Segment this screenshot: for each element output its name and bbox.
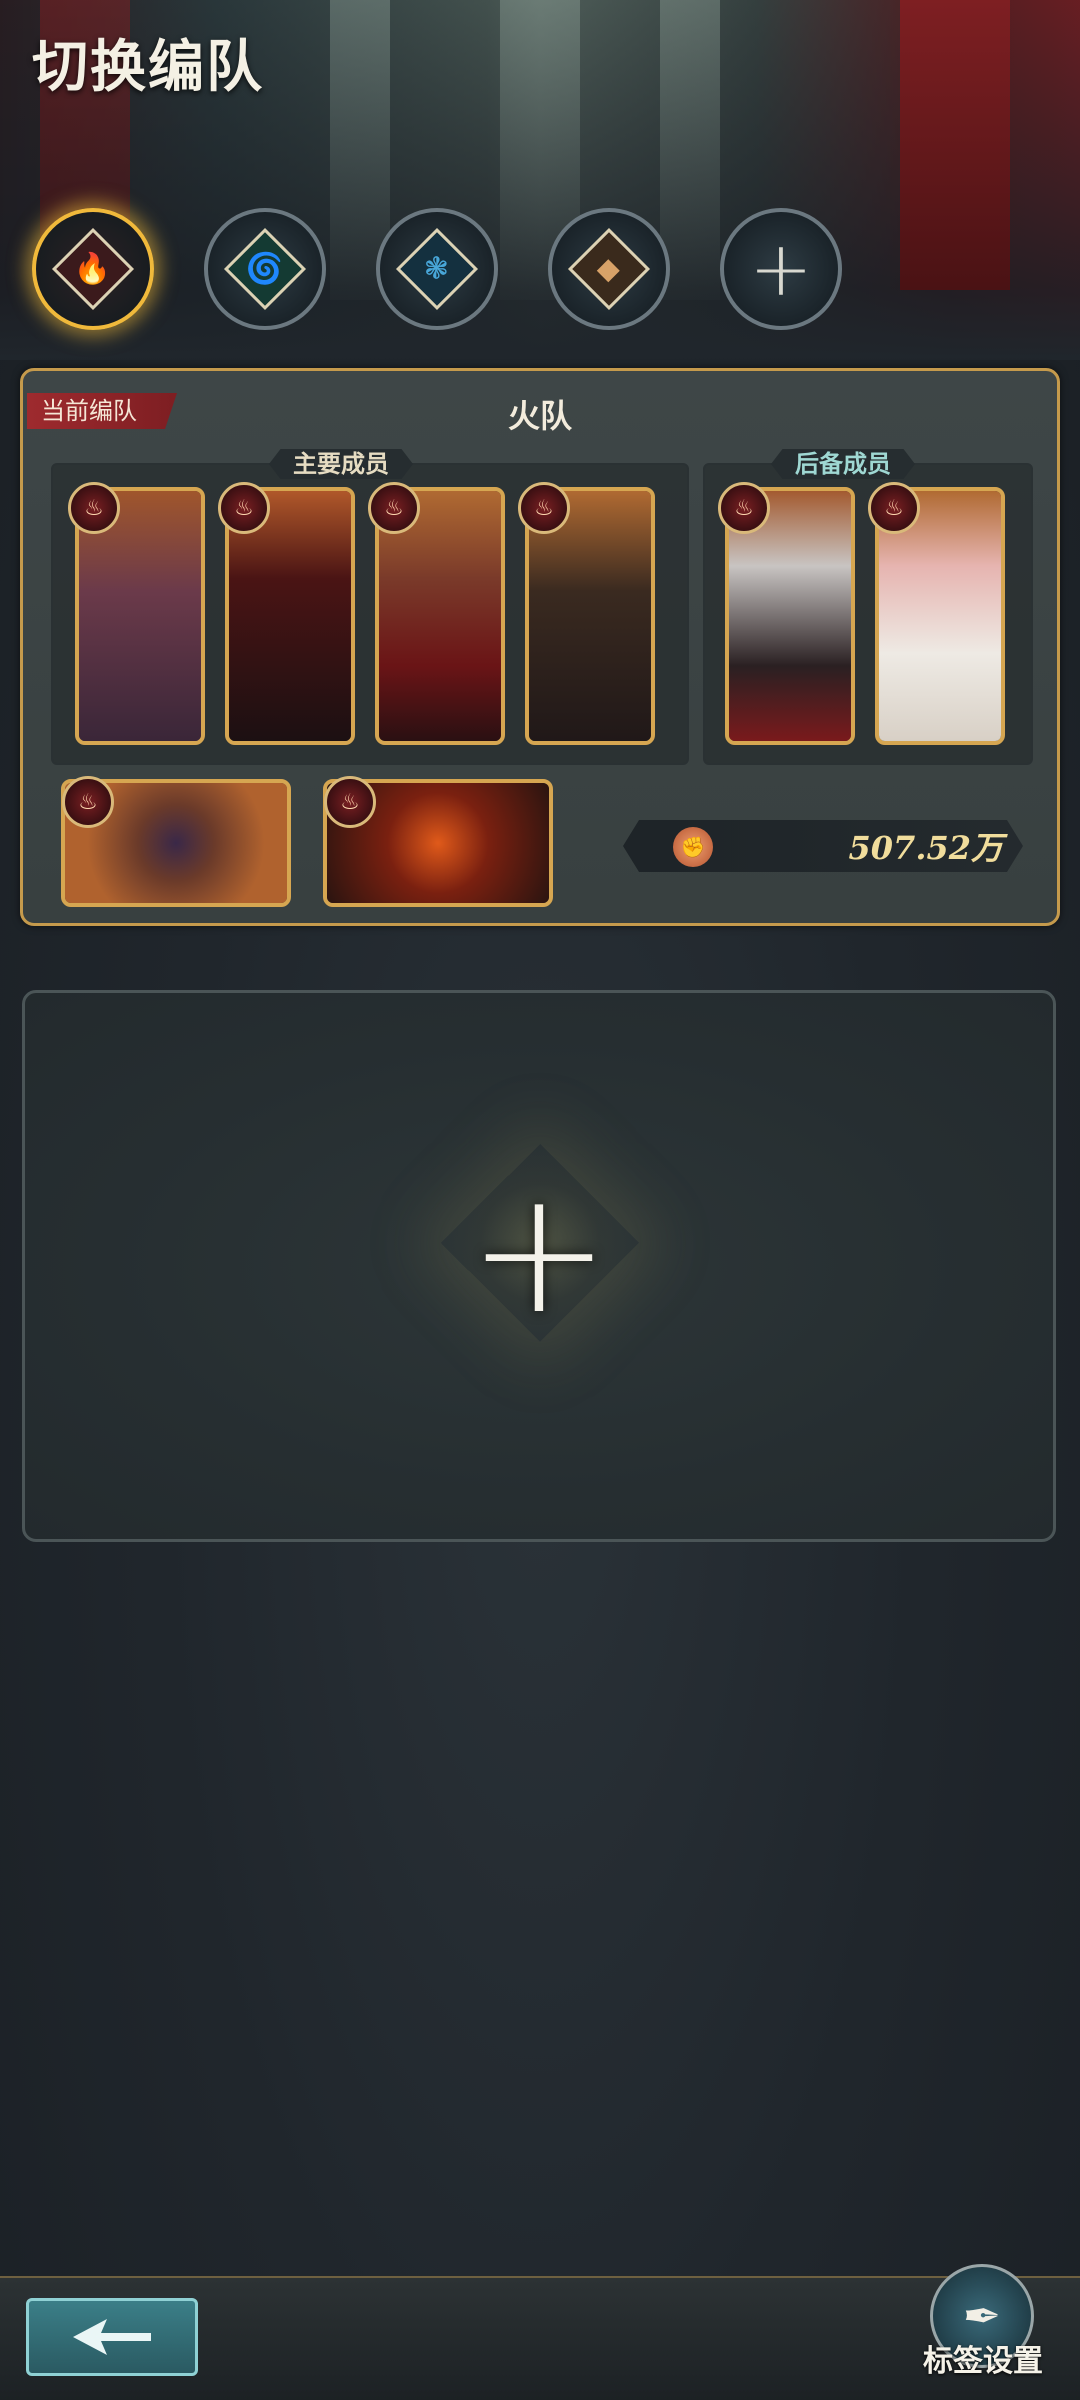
page-title: 切换编队 <box>32 34 264 100</box>
fire-badge-icon: ♨ <box>868 482 920 534</box>
decor-pillar <box>660 0 720 300</box>
back-button[interactable] <box>26 2298 198 2376</box>
fist-power-icon: ✊ <box>673 827 713 867</box>
fire-badge-icon: ♨ <box>68 482 120 534</box>
team-name: 火队 <box>507 397 572 435</box>
quill-icon: ✒ <box>962 2289 1002 2343</box>
tab-earth-team[interactable]: ◆ <box>548 208 670 330</box>
fire-badge-icon: ♨ <box>718 482 770 534</box>
back-arrow-icon <box>73 2319 151 2355</box>
reserve-members-label: 后备成员 <box>771 449 915 479</box>
wind-element-icon: 🌀 <box>223 227 307 311</box>
fire-element-icon: 🔥 <box>51 227 135 311</box>
fire-badge-icon: ♨ <box>218 482 270 534</box>
current-team-panel[interactable]: 当前编队 火队 主要成员 后备成员 ✊ 507.52万 <box>20 368 1060 926</box>
fire-badge-icon: ♨ <box>324 776 376 828</box>
fire-badge-icon: ♨ <box>518 482 570 534</box>
add-team-icon: + <box>749 224 813 313</box>
tab-add-team[interactable]: + <box>720 208 842 330</box>
label-settings-label: 标签设置 <box>923 2344 1043 2379</box>
main-members-label: 主要成员 <box>269 449 413 479</box>
fire-badge-icon: ♨ <box>62 776 114 828</box>
tab-water-team[interactable]: ❃ <box>376 208 498 330</box>
decor-banner <box>900 0 1010 290</box>
add-team-slot[interactable]: + <box>22 990 1056 1542</box>
fire-badge-icon: ♨ <box>368 482 420 534</box>
earth-element-icon: ◆ <box>567 227 651 311</box>
tab-wind-team[interactable]: 🌀 <box>204 208 326 330</box>
tab-fire-team[interactable]: 🔥 <box>32 208 154 330</box>
water-element-icon: ❃ <box>395 227 479 311</box>
combat-power-value: 507.52万 <box>848 829 1003 867</box>
team-switch-screen: 切换编队 🔥 🌀 ❃ ◆ + 当前编队 火队 主要成员 后备成员 ✊ 507.5… <box>0 0 1080 2400</box>
add-plus-icon: + <box>467 1154 611 1352</box>
